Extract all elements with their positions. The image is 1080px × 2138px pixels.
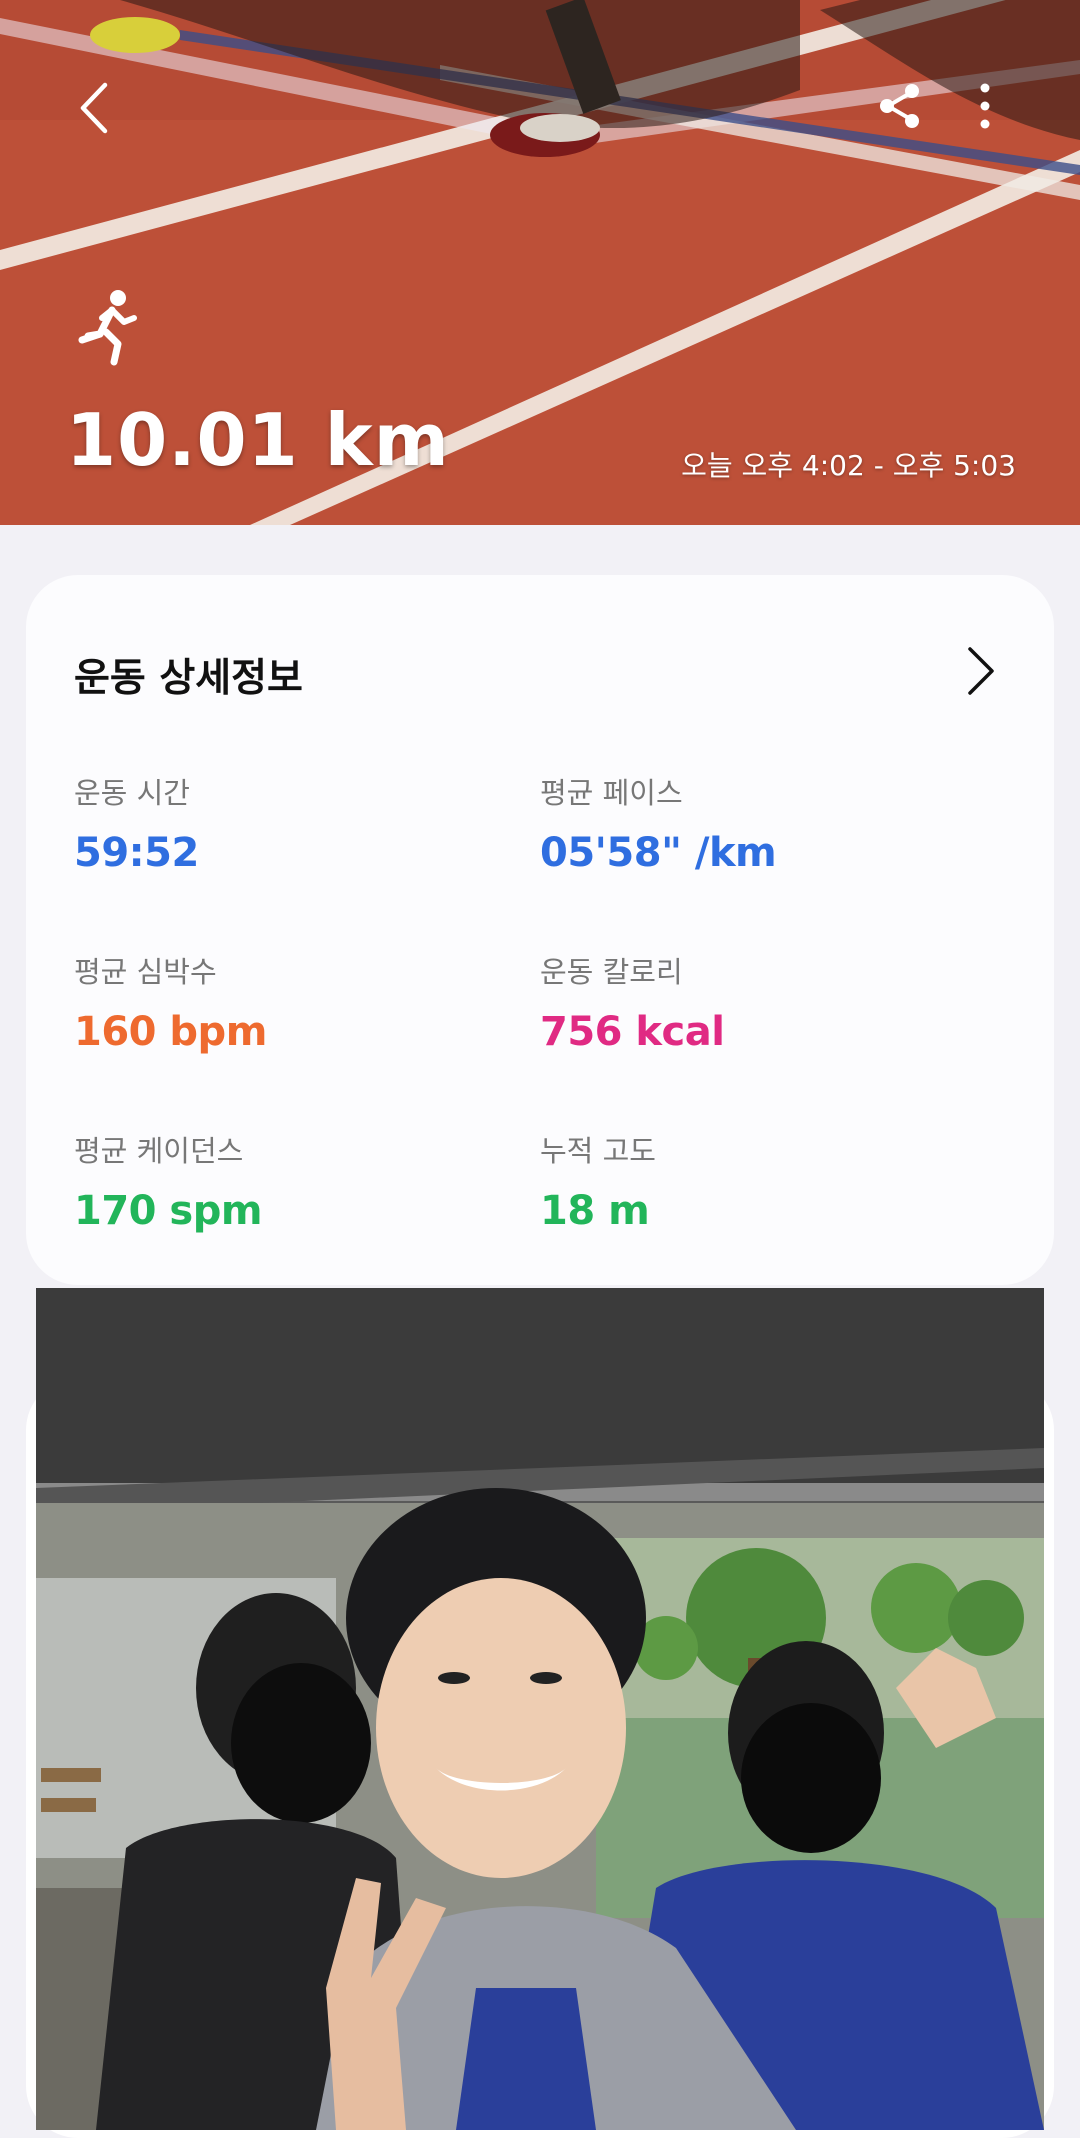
running-icon <box>78 290 137 366</box>
metric-elevation-gain: 누적 고도 18 m <box>540 1128 980 1234</box>
share-button[interactable] <box>872 78 928 134</box>
metric-value: 59:52 <box>74 830 199 876</box>
metric-label: 운동 시간 <box>74 776 190 810</box>
metric-duration: 운동 시간 59:52 <box>74 770 514 876</box>
chevron-left-icon <box>80 82 108 134</box>
chevron-right-icon <box>968 647 994 695</box>
metric-value: 756 kcal <box>540 1009 725 1055</box>
distance-value: 10.01 km <box>66 398 450 482</box>
header-image: 10.01 km 오늘 오후 4:02 - 오후 5:03 <box>0 0 1080 525</box>
metric-label: 운동 칼로리 <box>540 955 683 989</box>
metric-calories: 운동 칼로리 756 kcal <box>540 949 980 1055</box>
card-title: 운동 상세정보 <box>74 656 303 701</box>
metric-label: 평균 케이던스 <box>74 1134 244 1168</box>
details-open-button[interactable] <box>960 641 1000 701</box>
more-vertical-icon <box>980 83 990 129</box>
share-icon <box>880 84 919 128</box>
workout-details-card[interactable]: 운동 상세정보 운동 시간 59:52 평균 페이스 05'58" /km 평균… <box>26 575 1054 1285</box>
workout-photo[interactable] <box>36 1288 1044 2130</box>
metric-value: 160 bpm <box>74 1009 267 1055</box>
metric-value: 170 spm <box>74 1188 263 1234</box>
metric-avg-pace: 평균 페이스 05'58" /km <box>540 770 980 876</box>
metric-value: 18 m <box>540 1188 650 1234</box>
metric-value: 05'58" /km <box>540 830 777 876</box>
metric-avg-cadence: 평균 케이던스 170 spm <box>74 1128 514 1234</box>
metric-label: 평균 페이스 <box>540 776 683 810</box>
metric-avg-heart-rate: 평균 심박수 160 bpm <box>74 949 514 1055</box>
group-selfie-image <box>36 1288 1044 2130</box>
more-options-button[interactable] <box>960 78 1010 134</box>
back-button[interactable] <box>70 78 118 138</box>
metric-label: 누적 고도 <box>540 1134 656 1168</box>
workout-time-range: 오늘 오후 4:02 - 오후 5:03 <box>681 449 1016 482</box>
metric-label: 평균 심박수 <box>74 955 217 989</box>
